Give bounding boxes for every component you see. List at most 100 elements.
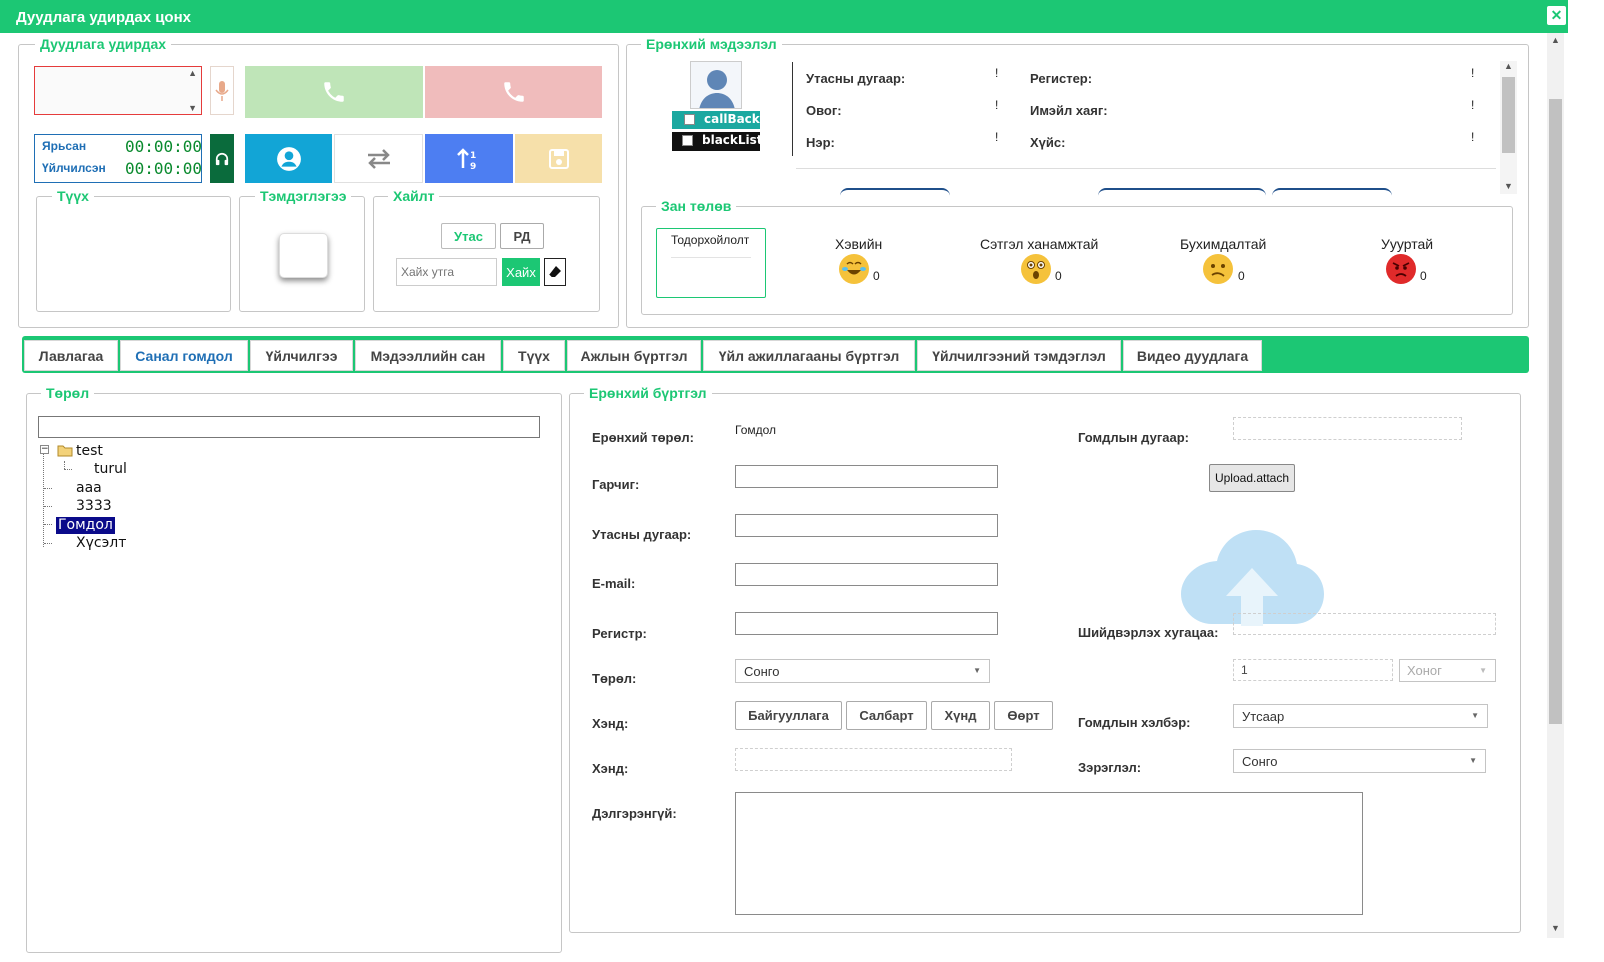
- tree-child-label[interactable]: turul: [94, 461, 127, 477]
- scroll-up-icon[interactable]: ▲: [1504, 61, 1513, 71]
- title-input[interactable]: [735, 465, 998, 488]
- type-select[interactable]: Сонго ▼: [735, 659, 990, 683]
- search-tab-rd[interactable]: РД: [500, 223, 544, 249]
- chevron-down-icon: ▼: [973, 666, 981, 675]
- name-info-label: Нэр:: [806, 135, 835, 150]
- phone-info-label: Утасны дугаар:: [806, 71, 906, 86]
- chevron-down-icon[interactable]: ▼: [188, 103, 197, 113]
- scope-self-button[interactable]: Өөрт: [994, 701, 1053, 730]
- save-button[interactable]: [515, 134, 602, 183]
- avatar: [690, 61, 742, 109]
- tab-knowledge-base[interactable]: Мэдээллийн сан: [355, 340, 501, 371]
- type-legend: Төрөл: [41, 385, 95, 401]
- mood-normal-label: Хэвийн: [835, 236, 883, 252]
- scope-person-button[interactable]: Хүнд: [931, 701, 990, 730]
- tab-video-call[interactable]: Видео дуудлага: [1123, 340, 1262, 371]
- customer-button[interactable]: [245, 134, 332, 183]
- user-silhouette-icon: [699, 70, 735, 108]
- deadline-date-field[interactable]: [1233, 613, 1496, 635]
- headset-button[interactable]: [210, 134, 234, 183]
- chevron-down-icon: ▼: [1471, 711, 1479, 720]
- register-info-value: !: [1471, 66, 1475, 80]
- search-button[interactable]: Хайх: [502, 258, 540, 286]
- tree-item-selected[interactable]: Гомдол: [56, 517, 115, 534]
- scope-target-field[interactable]: [735, 748, 1012, 771]
- astonished-face-icon[interactable]: [1021, 254, 1051, 284]
- complaint-number-field: [1233, 417, 1462, 440]
- email-label: E-mail:: [592, 576, 636, 591]
- tree-item[interactable]: Хүсэлт: [76, 535, 126, 551]
- page-scroll-down-icon[interactable]: ▼: [1551, 923, 1560, 933]
- tree-item[interactable]: aaa: [76, 480, 102, 496]
- dial-input[interactable]: ▲ ▼: [34, 66, 202, 115]
- tree-root-label[interactable]: test: [76, 443, 103, 459]
- sort-numeric-icon: 19: [457, 147, 476, 172]
- timer-box: Ярьсан 00:00:00 Үйлчилсэн 00:00:00: [34, 134, 202, 183]
- scope-organization-button[interactable]: Байгууллага: [735, 701, 842, 730]
- hangup-call-button[interactable]: [425, 66, 602, 118]
- complaint-form-value: Утсаар: [1242, 709, 1285, 724]
- email-input[interactable]: [735, 563, 998, 586]
- scroll-down-icon[interactable]: ▼: [1504, 181, 1513, 191]
- angry-face-icon[interactable]: [1386, 254, 1416, 284]
- search-tab-phone[interactable]: Утас: [441, 223, 496, 249]
- search-legend: Хайлт: [388, 188, 440, 204]
- complaint-form-select[interactable]: Утсаар ▼: [1233, 704, 1488, 728]
- scope-branch-button[interactable]: Салбарт: [846, 701, 927, 730]
- info-scrollbar[interactable]: ▲ ▼: [1500, 61, 1517, 194]
- phone-input[interactable]: [735, 514, 998, 537]
- complaint-form-label: Гомдлын хэлбэр:: [1078, 715, 1191, 730]
- tab-service-notes[interactable]: Үйлчилгээний тэмдэглэл: [917, 340, 1121, 371]
- callback-checkbox[interactable]: [684, 114, 695, 125]
- microphone-button[interactable]: [210, 66, 234, 115]
- blacklist-checkbox[interactable]: [682, 135, 693, 146]
- window-title: Дуудлага удирдах цонх: [0, 0, 1568, 33]
- level-select[interactable]: Сонго ▼: [1233, 749, 1486, 773]
- tab-reference[interactable]: Лавлагаа: [24, 340, 118, 371]
- deadline-unit-select[interactable]: Хоног ▼: [1399, 659, 1496, 682]
- surname-info-label: Овог:: [806, 103, 842, 118]
- search-input[interactable]: [396, 258, 497, 286]
- detail-textarea[interactable]: [735, 792, 1363, 915]
- general-type-value: Гомдол: [735, 423, 777, 437]
- tree-item[interactable]: 3333: [76, 498, 112, 514]
- callback-toggle[interactable]: callBack: [672, 111, 760, 129]
- level-select-value: Сонго: [1242, 754, 1278, 769]
- laughing-face-icon[interactable]: [839, 254, 869, 284]
- blacklist-toggle[interactable]: blackList: [672, 132, 763, 151]
- register-label: Регистр:: [592, 626, 647, 641]
- tab-history[interactable]: Түүх: [503, 340, 565, 371]
- phone-label: Утасны дугаар:: [592, 527, 692, 542]
- type-label: Төрөл:: [592, 671, 637, 686]
- close-button[interactable]: ✕: [1547, 6, 1566, 25]
- register-input[interactable]: [735, 612, 998, 635]
- folder-icon: [57, 445, 73, 457]
- tab-work-log[interactable]: Ажлын бүртгэл: [567, 340, 701, 371]
- info-tab-stub: [840, 188, 950, 196]
- answer-call-button[interactable]: [245, 66, 423, 118]
- transfer-button[interactable]: [334, 134, 423, 183]
- complaint-number-label: Гомдлын дугаар:: [1078, 430, 1189, 445]
- sort-button[interactable]: 19: [425, 134, 513, 183]
- page-scroll-thumb[interactable]: [1549, 99, 1562, 724]
- upload-attach-button[interactable]: Upload.attach: [1209, 464, 1295, 492]
- page-scrollbar[interactable]: ▲ ▼: [1547, 33, 1564, 938]
- service-time-value: 00:00:00: [125, 159, 203, 178]
- scope2-label: Хэнд:: [592, 761, 629, 776]
- mood-frustrated-count: 0: [1238, 269, 1245, 283]
- page-scroll-up-icon[interactable]: ▲: [1551, 35, 1560, 45]
- note-checkbox[interactable]: [279, 233, 328, 278]
- eraser-button[interactable]: [544, 258, 566, 286]
- tab-service[interactable]: Үйлчилгээ: [250, 340, 353, 371]
- tab-complaint[interactable]: Санал гомдол: [120, 340, 248, 371]
- type-filter-input[interactable]: [38, 416, 540, 438]
- mood-normal-count: 0: [873, 269, 880, 283]
- tree-collapse-toggle[interactable]: −: [40, 445, 49, 454]
- mood-undetermined-box[interactable]: Тодорхойлолт: [656, 228, 766, 298]
- deadline-value-input[interactable]: 1: [1233, 659, 1393, 681]
- deadline-label: Шийдвэрлэх хугацаа:: [1078, 625, 1219, 640]
- confused-face-icon[interactable]: [1203, 254, 1233, 284]
- tab-activity-log[interactable]: Үйл ажиллагааны бүртгэл: [703, 340, 915, 371]
- chevron-up-icon[interactable]: ▲: [188, 68, 197, 78]
- info-scroll-thumb[interactable]: [1502, 77, 1515, 153]
